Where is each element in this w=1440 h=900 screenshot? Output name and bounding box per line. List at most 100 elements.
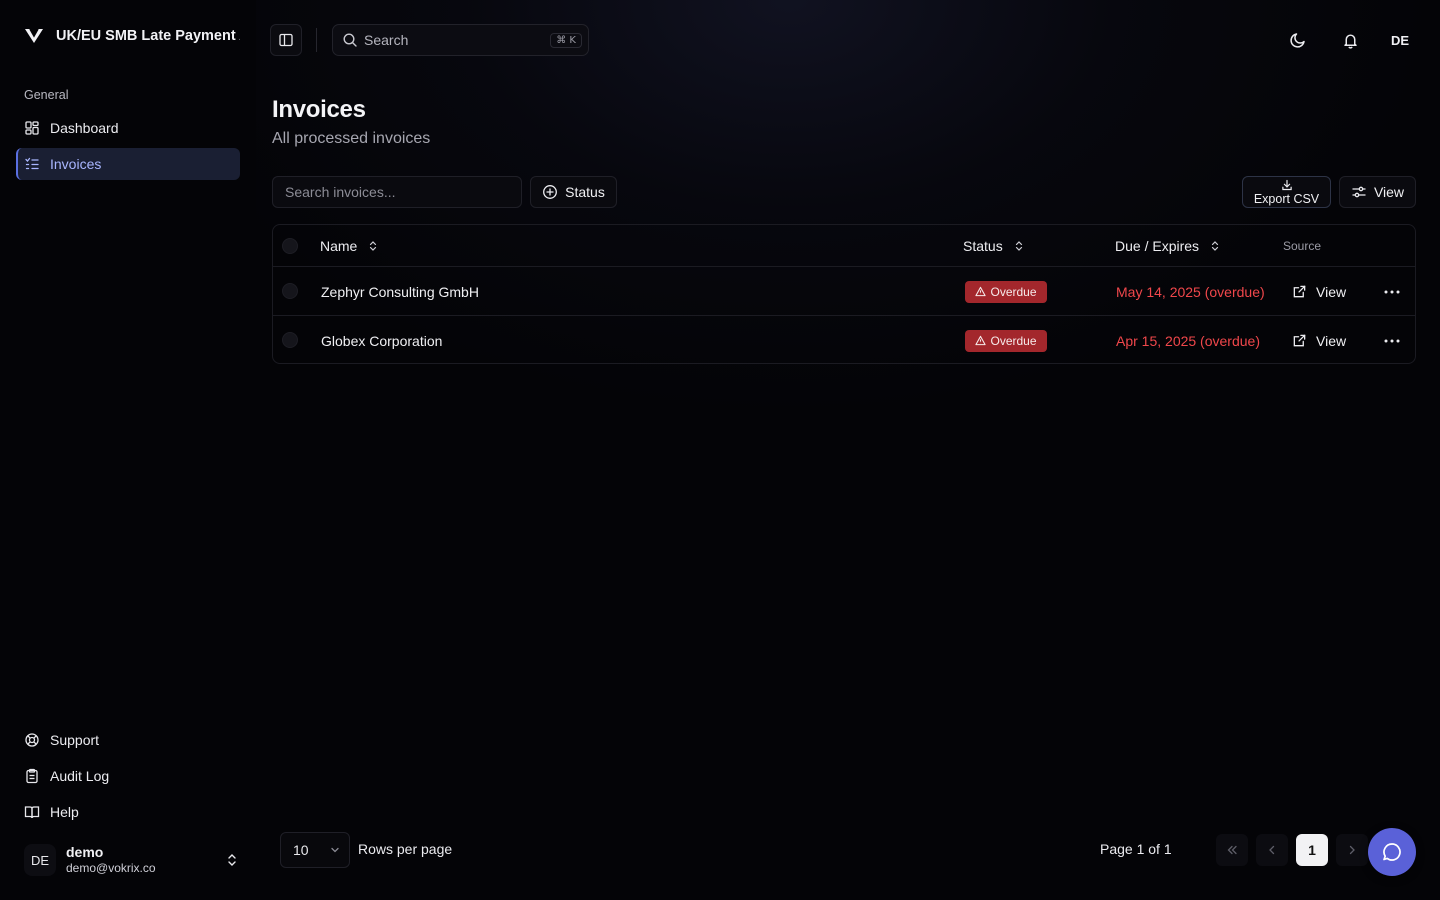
search-placeholder: Search: [364, 32, 409, 48]
nav-group-label: General: [24, 88, 69, 102]
book-icon: [24, 806, 40, 819]
previous-page-button[interactable]: [1256, 834, 1288, 866]
chat-support-button[interactable]: [1368, 828, 1416, 876]
table-header: Name Status Due / Expires Source: [273, 225, 1415, 267]
column-header-name[interactable]: Name: [320, 225, 379, 267]
bell-icon: [1343, 33, 1357, 49]
sidebar-item-dashboard[interactable]: Dashboard: [16, 112, 240, 144]
sidebar-item-label: Support: [50, 732, 100, 748]
status-filter-button[interactable]: Status: [530, 176, 617, 208]
view-label: View: [1316, 332, 1347, 349]
header-divider: [316, 28, 317, 52]
chevron-down-icon: [330, 847, 339, 853]
select-all-checkbox[interactable]: [282, 238, 298, 254]
sidebar-item-invoices[interactable]: Invoices: [16, 148, 240, 180]
column-header-status[interactable]: Status: [963, 225, 1025, 267]
view-invoice-link[interactable]: View: [1292, 267, 1346, 316]
rows-per-page-value: 10: [293, 842, 309, 858]
invoice-name: Globex Corporation: [321, 332, 443, 349]
export-csv-label: Export CSV: [1253, 191, 1320, 206]
chevrons-up-down-icon: [228, 854, 236, 866]
page-info: Page 1 of 1: [1100, 841, 1172, 857]
table-row[interactable]: Globex Corporation Overdue Apr 15, 2025 …: [273, 316, 1415, 365]
sidebar-item-audit-log[interactable]: Audit Log: [16, 760, 240, 792]
sidebar-item-label: Help: [50, 804, 79, 820]
sidebar-item-label: Dashboard: [50, 120, 119, 136]
theme-toggle-button[interactable]: [1282, 24, 1314, 56]
status-filter-label: Status: [565, 184, 605, 200]
plus-circle-icon: [543, 185, 558, 199]
status-badge: Overdue: [965, 329, 1047, 352]
column-label: Due / Expires: [1115, 238, 1200, 254]
dashboard-icon: [25, 121, 39, 135]
first-page-button[interactable]: [1216, 834, 1248, 866]
invoice-search-input[interactable]: [272, 176, 522, 208]
next-page-button[interactable]: [1336, 834, 1368, 866]
row-actions-button[interactable]: [1381, 267, 1403, 316]
chevron-left-icon: [1269, 845, 1275, 855]
download-icon: [1281, 179, 1292, 190]
external-link-icon: [1293, 285, 1306, 298]
moon-icon: [1290, 33, 1305, 48]
status-label: Overdue: [990, 284, 1037, 299]
warning-icon: [975, 335, 987, 346]
table-row[interactable]: Zephyr Consulting GmbH Overdue May 14, 2…: [273, 267, 1415, 316]
status-badge: Overdue: [965, 280, 1047, 303]
due-date: May 14, 2025 (overdue): [1116, 283, 1265, 300]
lifebuoy-icon: [25, 733, 39, 747]
avatar: DE: [24, 844, 56, 876]
logo-icon: [25, 28, 43, 43]
notifications-button[interactable]: [1334, 24, 1366, 56]
user-menu[interactable]: DE demo demo@vokrix.co: [24, 840, 240, 880]
keyboard-shortcut: ⌘ K: [550, 32, 582, 48]
user-name: demo: [66, 843, 104, 860]
app-name: UK/EU SMB Late Payment Assistant: [56, 28, 240, 44]
sidebar-item-label: Invoices: [50, 156, 102, 172]
due-date: Apr 15, 2025 (overdue): [1116, 332, 1260, 349]
sort-icon: [1015, 241, 1022, 251]
sort-icon: [370, 241, 377, 251]
rows-per-page-select[interactable]: 10: [280, 832, 350, 868]
invoices-table: Name Status Due / Expires Source Zephyr …: [272, 224, 1416, 364]
invoice-name: Zephyr Consulting GmbH: [321, 283, 479, 300]
more-horizontal-icon: [1384, 339, 1400, 342]
row-actions-button[interactable]: [1381, 316, 1403, 365]
export-csv-button[interactable]: Export CSV: [1242, 176, 1331, 208]
sliders-icon: [1352, 186, 1366, 198]
sidebar-item-label: Audit Log: [50, 768, 110, 784]
view-invoice-link[interactable]: View: [1292, 316, 1346, 365]
row-checkbox[interactable]: [282, 283, 298, 299]
column-header-due[interactable]: Due / Expires: [1115, 225, 1221, 267]
sort-icon: [1211, 241, 1219, 251]
status-cell: Overdue: [965, 267, 1047, 316]
view-options-label: View: [1373, 184, 1405, 200]
list-icon: [25, 157, 39, 170]
chevrons-left-icon: [1227, 845, 1237, 855]
status-label: Overdue: [990, 333, 1037, 348]
more-horizontal-icon: [1384, 290, 1400, 293]
warning-icon: [975, 286, 987, 297]
view-label: View: [1316, 283, 1347, 300]
row-checkbox[interactable]: [282, 332, 298, 348]
column-header-source: Source: [1283, 239, 1322, 253]
user-email: demo@vokrix.co: [66, 861, 156, 876]
page-title: Invoices: [272, 96, 366, 123]
sidebar: UK/EU SMB Late Payment Assistant General…: [0, 0, 256, 900]
column-label: Status: [963, 238, 1003, 254]
sidebar-item-help[interactable]: Help: [16, 796, 240, 828]
chat-bubble-icon: [1383, 843, 1401, 861]
page-subtitle: All processed invoices: [272, 130, 431, 147]
status-cell: Overdue: [965, 316, 1047, 365]
column-label: Name: [320, 238, 358, 254]
search-icon: [343, 33, 357, 47]
view-options-button[interactable]: View: [1339, 176, 1416, 208]
sidebar-toggle-button[interactable]: [270, 24, 302, 56]
external-link-icon: [1293, 334, 1306, 347]
chevron-right-icon: [1349, 845, 1355, 855]
panel-left-icon: [279, 33, 293, 47]
account-avatar-button[interactable]: DE: [1384, 24, 1416, 56]
page-button-current[interactable]: 1: [1296, 834, 1328, 866]
sidebar-item-support[interactable]: Support: [16, 724, 240, 756]
brand[interactable]: UK/EU SMB Late Payment Assistant: [24, 26, 240, 46]
global-search-input[interactable]: Search ⌘ K: [332, 24, 589, 56]
